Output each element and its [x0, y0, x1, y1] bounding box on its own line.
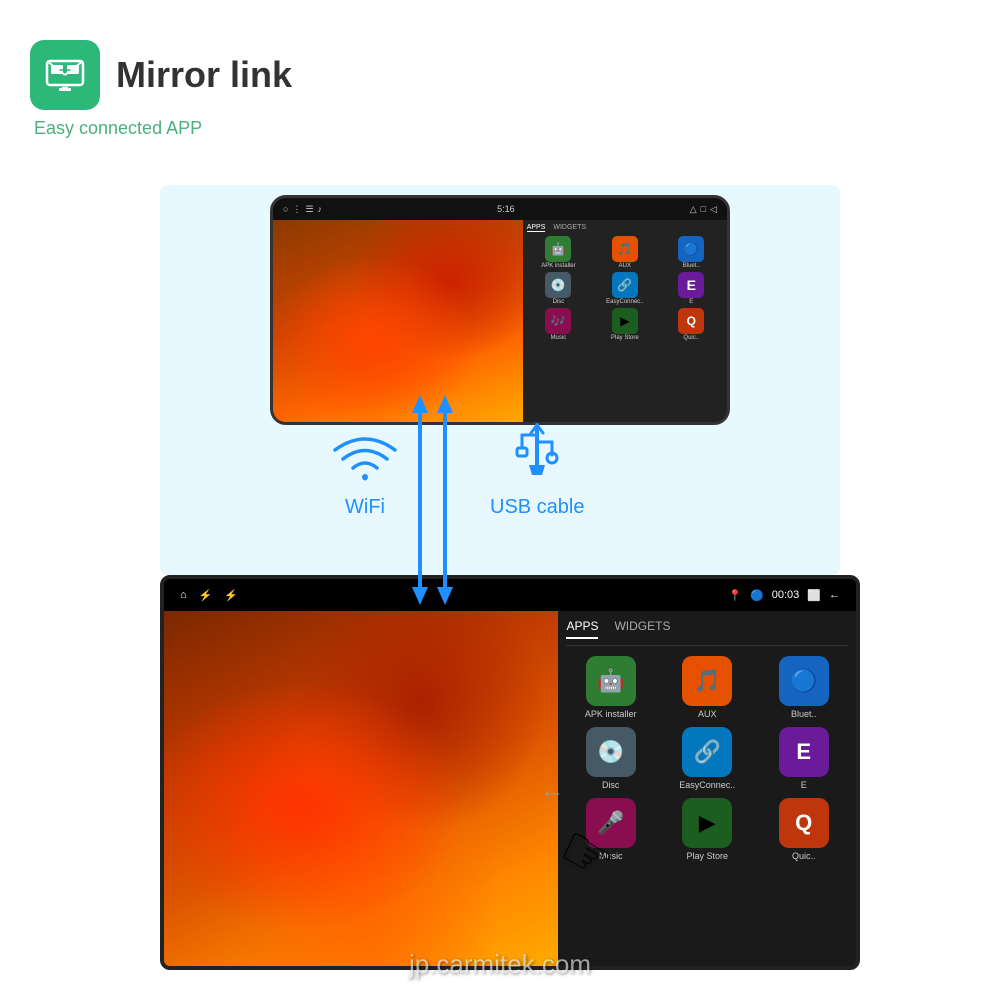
- car-location-icon: 📍: [728, 589, 742, 602]
- phone-tab-apps[interactable]: APPS: [527, 224, 546, 232]
- phone-app-tabs: APPS WIDGETS: [527, 224, 723, 232]
- bluet-icon: 🔵: [678, 236, 704, 262]
- car-disc-label: Disc: [602, 780, 620, 790]
- app-item-easyconnect[interactable]: 🔗 EasyConnec..: [593, 272, 656, 305]
- car-e-icon: E: [779, 727, 829, 777]
- car-bluet-icon: 🔵: [779, 656, 829, 706]
- quick-label: Quic..: [683, 335, 699, 341]
- phone-device: ○⋮☰♪ 5:16 △□◁ APPS WIDGETS 🤖 APK install…: [270, 195, 730, 425]
- car-apps-panel: APPS WIDGETS 🤖 APK installer 🎵 AUX 🔵 Blu…: [558, 611, 856, 966]
- car-video-content: [164, 611, 558, 966]
- aux-label: AUX: [619, 263, 631, 269]
- quick-icon: Q: [678, 308, 704, 334]
- apk-icon: 🤖: [545, 236, 571, 262]
- car-bt-icon: 🔵: [750, 589, 764, 602]
- car-aux-icon: 🎵: [682, 656, 732, 706]
- car-home-icon: ⌂: [180, 589, 187, 601]
- disc-label: Disc: [553, 299, 565, 305]
- car-content: APPS WIDGETS 🤖 APK installer 🎵 AUX 🔵 Blu…: [164, 611, 856, 966]
- car-screen: ⌂ ⚡ ⚡ 📍 🔵 00:03 ⬜ ← APPS WIDGETS 🤖 APK i…: [160, 575, 860, 970]
- phone-apps-panel: APPS WIDGETS 🤖 APK installer 🎵 AUX 🔵 Blu…: [523, 220, 727, 422]
- mirror-link-icon: [43, 53, 87, 97]
- app-item-disc[interactable]: 💿 Disc: [527, 272, 590, 305]
- playstore-label: Play Store: [611, 335, 639, 341]
- car-app-tabs: APPS WIDGETS: [566, 619, 848, 646]
- car-status-left: ⌂ ⚡ ⚡: [180, 589, 238, 602]
- mirror-link-icon-bg: [30, 40, 100, 110]
- header-subtitle: Easy connected APP: [34, 118, 292, 139]
- car-apk-label: APK installer: [585, 709, 637, 719]
- phone-content: APPS WIDGETS 🤖 APK installer 🎵 AUX 🔵 Blu…: [273, 220, 727, 422]
- car-status-bar: ⌂ ⚡ ⚡ 📍 🔵 00:03 ⬜ ←: [164, 579, 856, 611]
- e-icon: E: [678, 272, 704, 298]
- car-easyconnect-label: EasyConnec..: [679, 780, 735, 790]
- car-app-aux[interactable]: 🎵 AUX: [663, 656, 752, 719]
- car-app-easyconnect[interactable]: 🔗 EasyConnec..: [663, 727, 752, 790]
- car-app-quick[interactable]: Q Quic..: [759, 798, 848, 861]
- car-easyconnect-icon: 🔗: [682, 727, 732, 777]
- app-item-playstore[interactable]: ▶ Play Store: [593, 308, 656, 341]
- phone-app-grid: 🤖 APK installer 🎵 AUX 🔵 Bluet.. 💿 Disc 🔗: [527, 236, 723, 341]
- car-aux-label: AUX: [698, 709, 717, 719]
- car-app-disc[interactable]: 💿 Disc: [566, 727, 655, 790]
- header-title-row: Mirror link: [30, 40, 292, 110]
- easyconnect-icon: 🔗: [612, 272, 638, 298]
- app-item-aux[interactable]: 🎵 AUX: [593, 236, 656, 269]
- car-status-right: 📍 🔵 00:03 ⬜ ←: [728, 589, 840, 602]
- usb-label: USB cable: [490, 496, 585, 519]
- usb-section: USB cable: [490, 420, 585, 519]
- car-playstore-icon: ▶: [682, 798, 732, 848]
- car-video: [164, 611, 558, 966]
- car-time: 00:03: [772, 589, 800, 601]
- car-app-apk[interactable]: 🤖 APK installer: [566, 656, 655, 719]
- connection-arrows: [390, 395, 490, 615]
- music-icon: 🎶: [545, 308, 571, 334]
- car-window-icon: ⬜: [807, 589, 821, 602]
- playstore-icon: ▶: [612, 308, 638, 334]
- car-bluet-label: Bluet..: [791, 709, 817, 719]
- car-tab-widgets[interactable]: WIDGETS: [614, 619, 670, 639]
- apk-label: APK installer: [541, 263, 575, 269]
- page-title: Mirror link: [116, 54, 292, 96]
- usb-icon: [507, 420, 567, 485]
- car-usb2-icon: ⚡: [224, 589, 238, 602]
- car-app-playstore[interactable]: ▶ Play Store: [663, 798, 752, 861]
- app-item-bluet[interactable]: 🔵 Bluet..: [660, 236, 723, 269]
- phone-status-bar: ○⋮☰♪ 5:16 △□◁: [273, 198, 727, 220]
- aux-icon: 🎵: [612, 236, 638, 262]
- easyconnect-label: EasyConnec..: [606, 299, 643, 305]
- car-tab-apps[interactable]: APPS: [566, 619, 598, 639]
- app-item-music[interactable]: 🎶 Music: [527, 308, 590, 341]
- car-apk-icon: 🤖: [586, 656, 636, 706]
- music-label: Music: [551, 335, 567, 341]
- phone-right-icons: △□◁: [690, 204, 717, 215]
- phone-tab-widgets[interactable]: WIDGETS: [553, 224, 586, 232]
- phone-time: 5:16: [497, 204, 515, 214]
- phone-video: [273, 220, 523, 422]
- watermark: jp.carmitek.com: [409, 949, 591, 980]
- header-section: Mirror link Easy connected APP: [30, 40, 292, 139]
- car-quick-label: Quic..: [792, 851, 816, 861]
- disc-icon: 💿: [545, 272, 571, 298]
- app-item-e[interactable]: E E: [660, 272, 723, 305]
- app-item-quick[interactable]: Q Quic..: [660, 308, 723, 341]
- phone-video-content: [273, 220, 523, 422]
- app-item-apk[interactable]: 🤖 APK installer: [527, 236, 590, 269]
- car-quick-icon: Q: [779, 798, 829, 848]
- car-disc-icon: 💿: [586, 727, 636, 777]
- bluet-label: Bluet..: [683, 263, 700, 269]
- car-app-bluet[interactable]: 🔵 Bluet..: [759, 656, 848, 719]
- car-back-icon: ←: [829, 589, 840, 601]
- car-playstore-label: Play Store: [686, 851, 728, 861]
- car-e-label: E: [801, 780, 807, 790]
- disc-arrow: ←: [540, 777, 564, 805]
- phone-status-icons: ○⋮☰♪: [283, 204, 322, 215]
- e-label: E: [689, 299, 693, 305]
- car-usb1-icon: ⚡: [199, 589, 213, 602]
- car-app-e[interactable]: E E: [759, 727, 848, 790]
